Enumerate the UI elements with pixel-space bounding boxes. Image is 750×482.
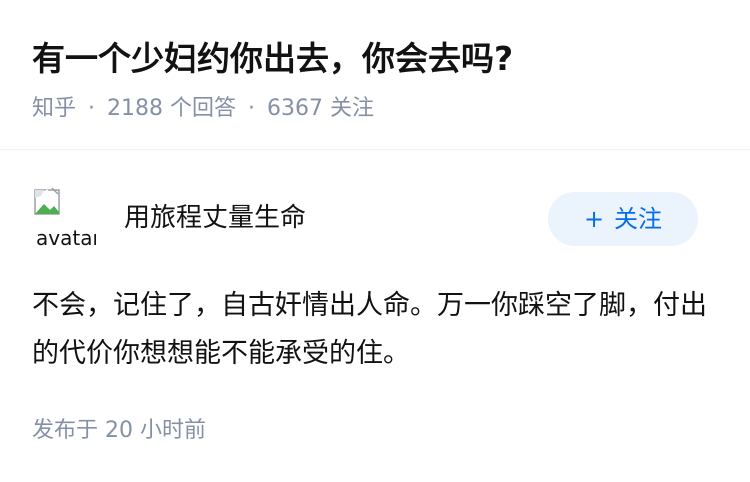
source-label[interactable]: 知乎 bbox=[32, 96, 76, 121]
meta-separator: · bbox=[248, 96, 256, 121]
question-title[interactable]: 有一个少妇约你出去，你会去吗? bbox=[32, 36, 513, 82]
followers-count: 6367 bbox=[267, 96, 324, 121]
question-header: 有一个少妇约你出去，你会去吗? 知乎 · 2188 个回答 · 6367 关注 bbox=[0, 0, 750, 150]
follow-button[interactable]: + 关注 bbox=[548, 192, 698, 246]
answer-time: 发布于 20 小时前 bbox=[32, 416, 206, 446]
published-label: 发布于 bbox=[32, 418, 99, 443]
answers-count: 2188 bbox=[107, 96, 164, 121]
followers-label: 关注 bbox=[330, 96, 375, 121]
follow-button-label: 关注 bbox=[614, 205, 663, 233]
avatar[interactable]: avatar bbox=[32, 186, 96, 250]
answer-content: 不会，记住了，自古奸情出人命。万一你踩空了脚，付出的代价你想想能不能承受的住。 bbox=[32, 290, 707, 369]
broken-image-icon bbox=[34, 187, 60, 215]
answer-author: avatar 用旅程丈量生命 + 关注 bbox=[32, 186, 718, 250]
answers-label: 个回答 bbox=[170, 96, 237, 121]
author-name[interactable]: 用旅程丈量生命 bbox=[124, 200, 306, 236]
question-meta: 知乎 · 2188 个回答 · 6367 关注 bbox=[32, 94, 374, 124]
meta-separator: · bbox=[88, 96, 96, 121]
published-time: 20 小时前 bbox=[105, 418, 207, 443]
plus-icon: + bbox=[583, 205, 605, 233]
avatar-alt-text: avatar bbox=[36, 226, 96, 250]
